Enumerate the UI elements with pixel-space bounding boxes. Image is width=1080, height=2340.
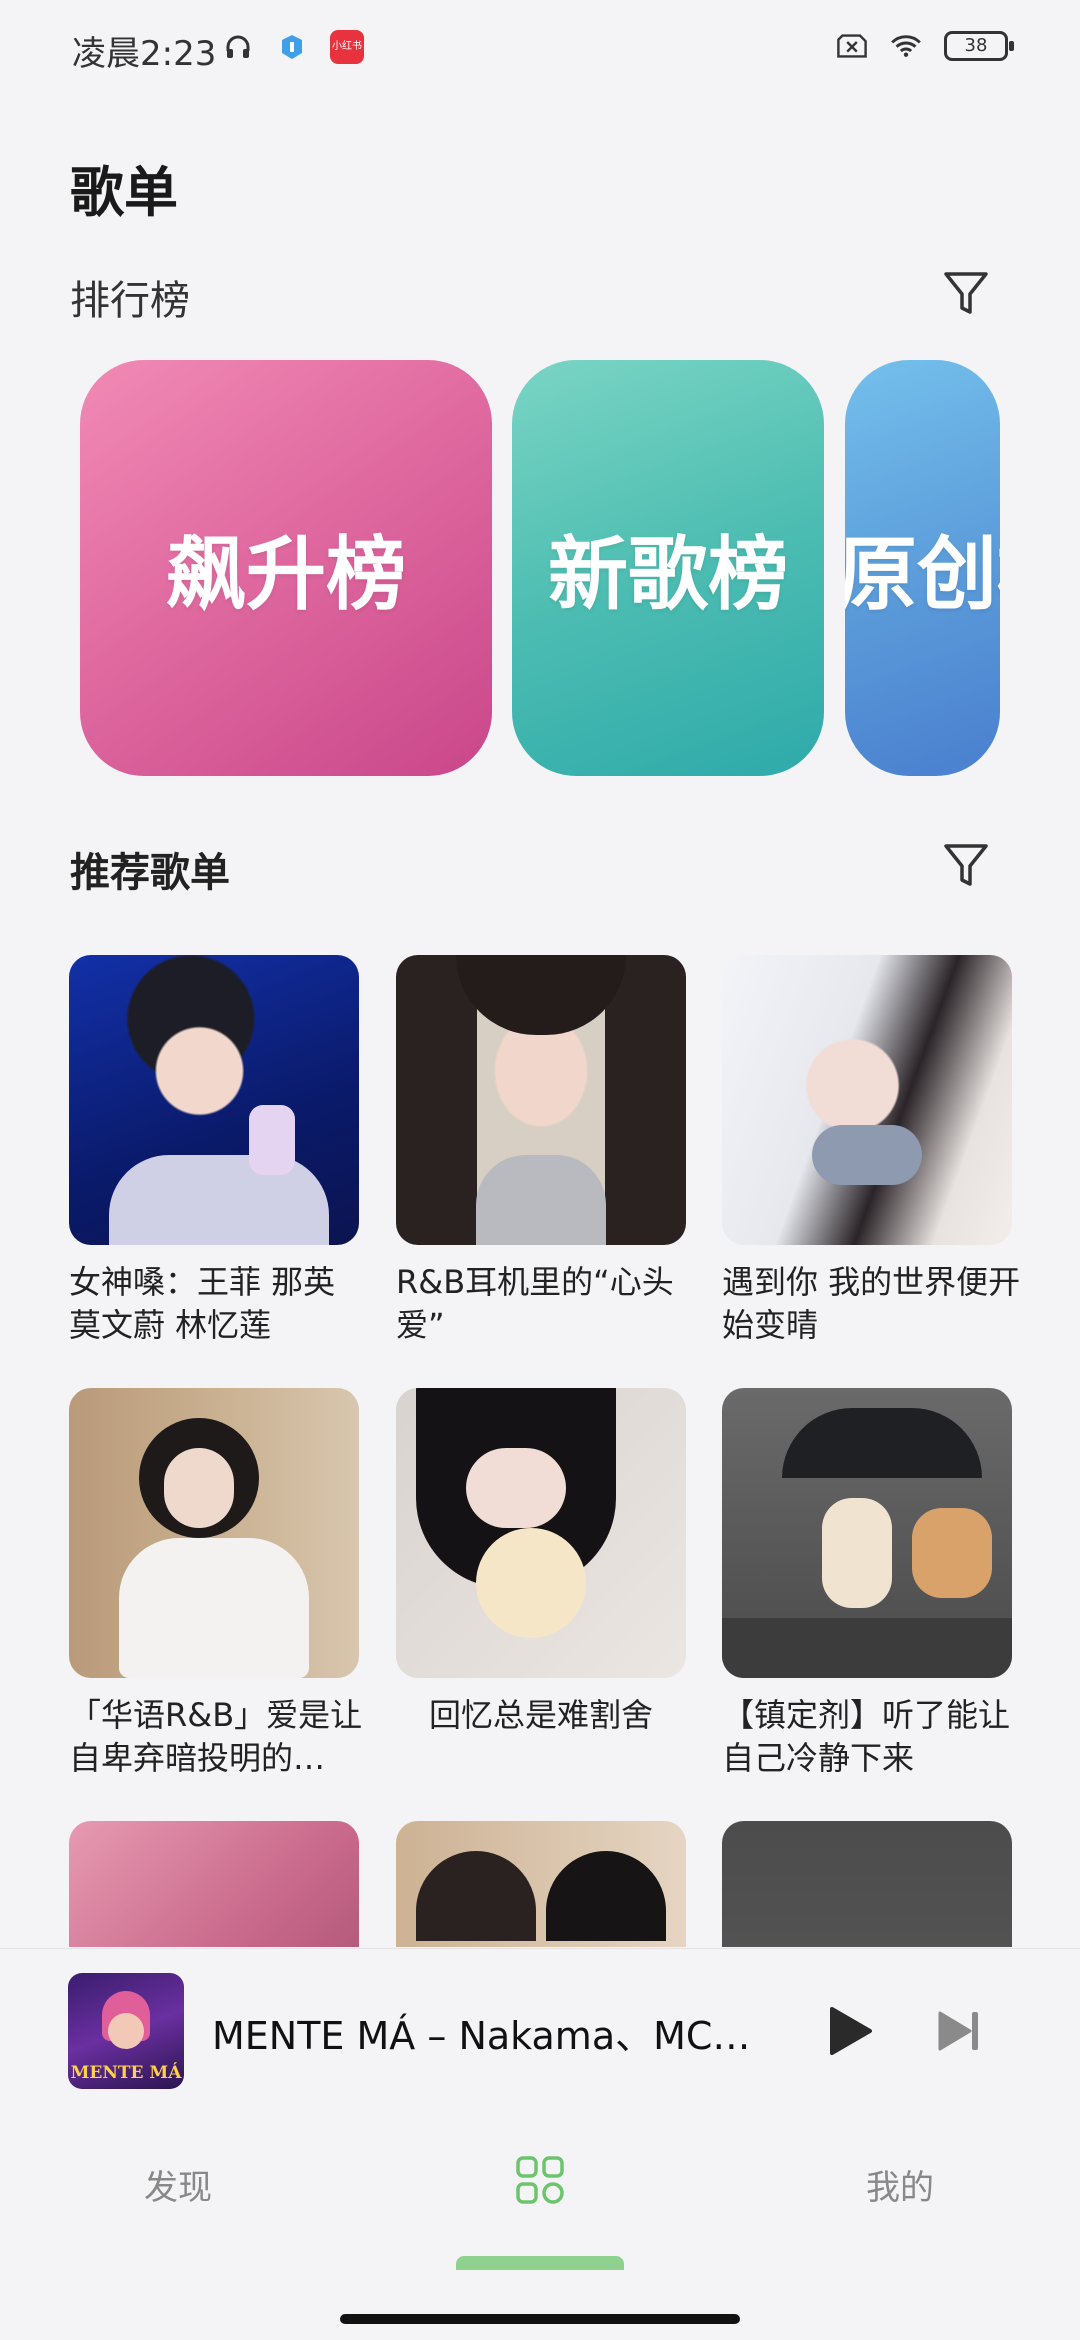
playlist-title: 女神嗓：王菲 那英 莫文蔚 林忆莲 [69, 1263, 336, 1344]
chart-card-new-songs[interactable]: 新歌榜 [512, 360, 824, 776]
playlist-card[interactable] [722, 1821, 1012, 1947]
playlist-cover-image [69, 1821, 359, 1947]
playlist-grid: 女神嗓：王菲 那英 莫文蔚 林忆莲 R&B耳机里的“心头爱” 遇到你 我的世界便… [0, 955, 1080, 1947]
playlist-card[interactable]: 「华语R&B」爱是让自卑弃暗投明的… [69, 1388, 362, 1780]
nav-tab-playlists[interactable] [514, 2154, 566, 2206]
play-icon [830, 2007, 872, 2055]
no-sim-icon [836, 30, 868, 62]
nav-tab-mine[interactable]: 我的 [866, 2160, 934, 2209]
headphones-icon [222, 31, 254, 63]
section-title-recommended: 推荐歌单 [70, 850, 230, 896]
next-button[interactable] [932, 2005, 984, 2057]
playlist-cover-image [69, 1388, 359, 1678]
playlist-title: 遇到你 我的世界便开始变晴 [722, 1263, 1021, 1344]
status-icons-left: 小红书 [222, 30, 364, 64]
playlist-card[interactable]: 女神嗓：王菲 那英 莫文蔚 林忆莲 [69, 955, 359, 1347]
filter-button-recommended[interactable] [942, 840, 990, 890]
home-indicator[interactable] [340, 2314, 740, 2324]
playlist-cover-image [722, 1821, 1012, 1947]
filter-icon [944, 272, 988, 314]
playlist-card[interactable]: 【镇定剂】听了能让自己冷静下来 [722, 1388, 1012, 1780]
grid-icon [516, 2156, 564, 2204]
playlist-card[interactable] [69, 1821, 359, 1947]
playlist-card[interactable] [396, 1821, 686, 1947]
filter-button-ranking[interactable] [942, 268, 990, 318]
chart-card-original[interactable]: 原创榜 [845, 360, 1000, 776]
playlist-cover-image [69, 955, 359, 1245]
now-playing-title[interactable]: MENTE MÁ – Nakama、MC … [212, 2005, 752, 2060]
playlist-title: 【镇定剂】听了能让自己冷静下来 [722, 1696, 1011, 1777]
skip-next-icon [938, 2011, 978, 2051]
playlist-card[interactable]: 遇到你 我的世界便开始变晴 [722, 955, 1020, 1347]
chart-card-label: 原创榜 [845, 528, 1000, 621]
chart-card-label: 新歌榜 [548, 528, 788, 621]
playlist-card[interactable]: R&B耳机里的“心头爱” [396, 955, 686, 1347]
playlist-card[interactable]: 回忆总是难割舍 [396, 1388, 686, 1780]
wifi-icon [890, 30, 922, 62]
page-title: 歌单 [70, 161, 178, 224]
status-time: 凌晨2:23 [72, 34, 217, 74]
playlist-cover-image [722, 955, 1012, 1245]
play-button[interactable] [820, 2003, 876, 2059]
filter-icon [944, 844, 988, 886]
playlist-title: R&B耳机里的“心头爱” [396, 1263, 674, 1344]
status-icons-right: 38 [836, 30, 1014, 62]
battery-icon: 38 [944, 31, 1014, 61]
chart-card-label: 飙升榜 [166, 528, 406, 621]
playlist-cover-image [722, 1388, 1012, 1678]
xiaohongshu-icon: 小红书 [330, 30, 364, 64]
chart-card-soaring[interactable]: 飙升榜 [80, 360, 492, 776]
playlist-title: 回忆总是难割舍 [428, 1696, 653, 1734]
bottom-nav: 发现 我的 [0, 2110, 1080, 2340]
nav-tab-discover[interactable]: 发现 [144, 2160, 212, 2209]
status-bar: 凌晨2:23 小红书 38 [0, 0, 1080, 100]
playlist-cover-image [396, 955, 686, 1245]
chart-carousel[interactable]: 飙升榜 新歌榜 原创榜 [0, 360, 1080, 780]
app-notification-icon [276, 31, 308, 63]
playlist-cover-image [396, 1388, 686, 1678]
nav-active-indicator [456, 2256, 624, 2270]
playlist-cover-image [396, 1821, 686, 1947]
now-playing-cover[interactable]: MENTE MÁ [68, 1973, 184, 2089]
cover-text: MENTE MÁ [70, 2063, 182, 2083]
mini-player[interactable]: MENTE MÁ MENTE MÁ – Nakama、MC … [0, 1948, 1080, 2109]
playlist-title: 「华语R&B」爱是让自卑弃暗投明的… [69, 1696, 363, 1777]
section-title-ranking: 排行榜 [70, 278, 190, 324]
